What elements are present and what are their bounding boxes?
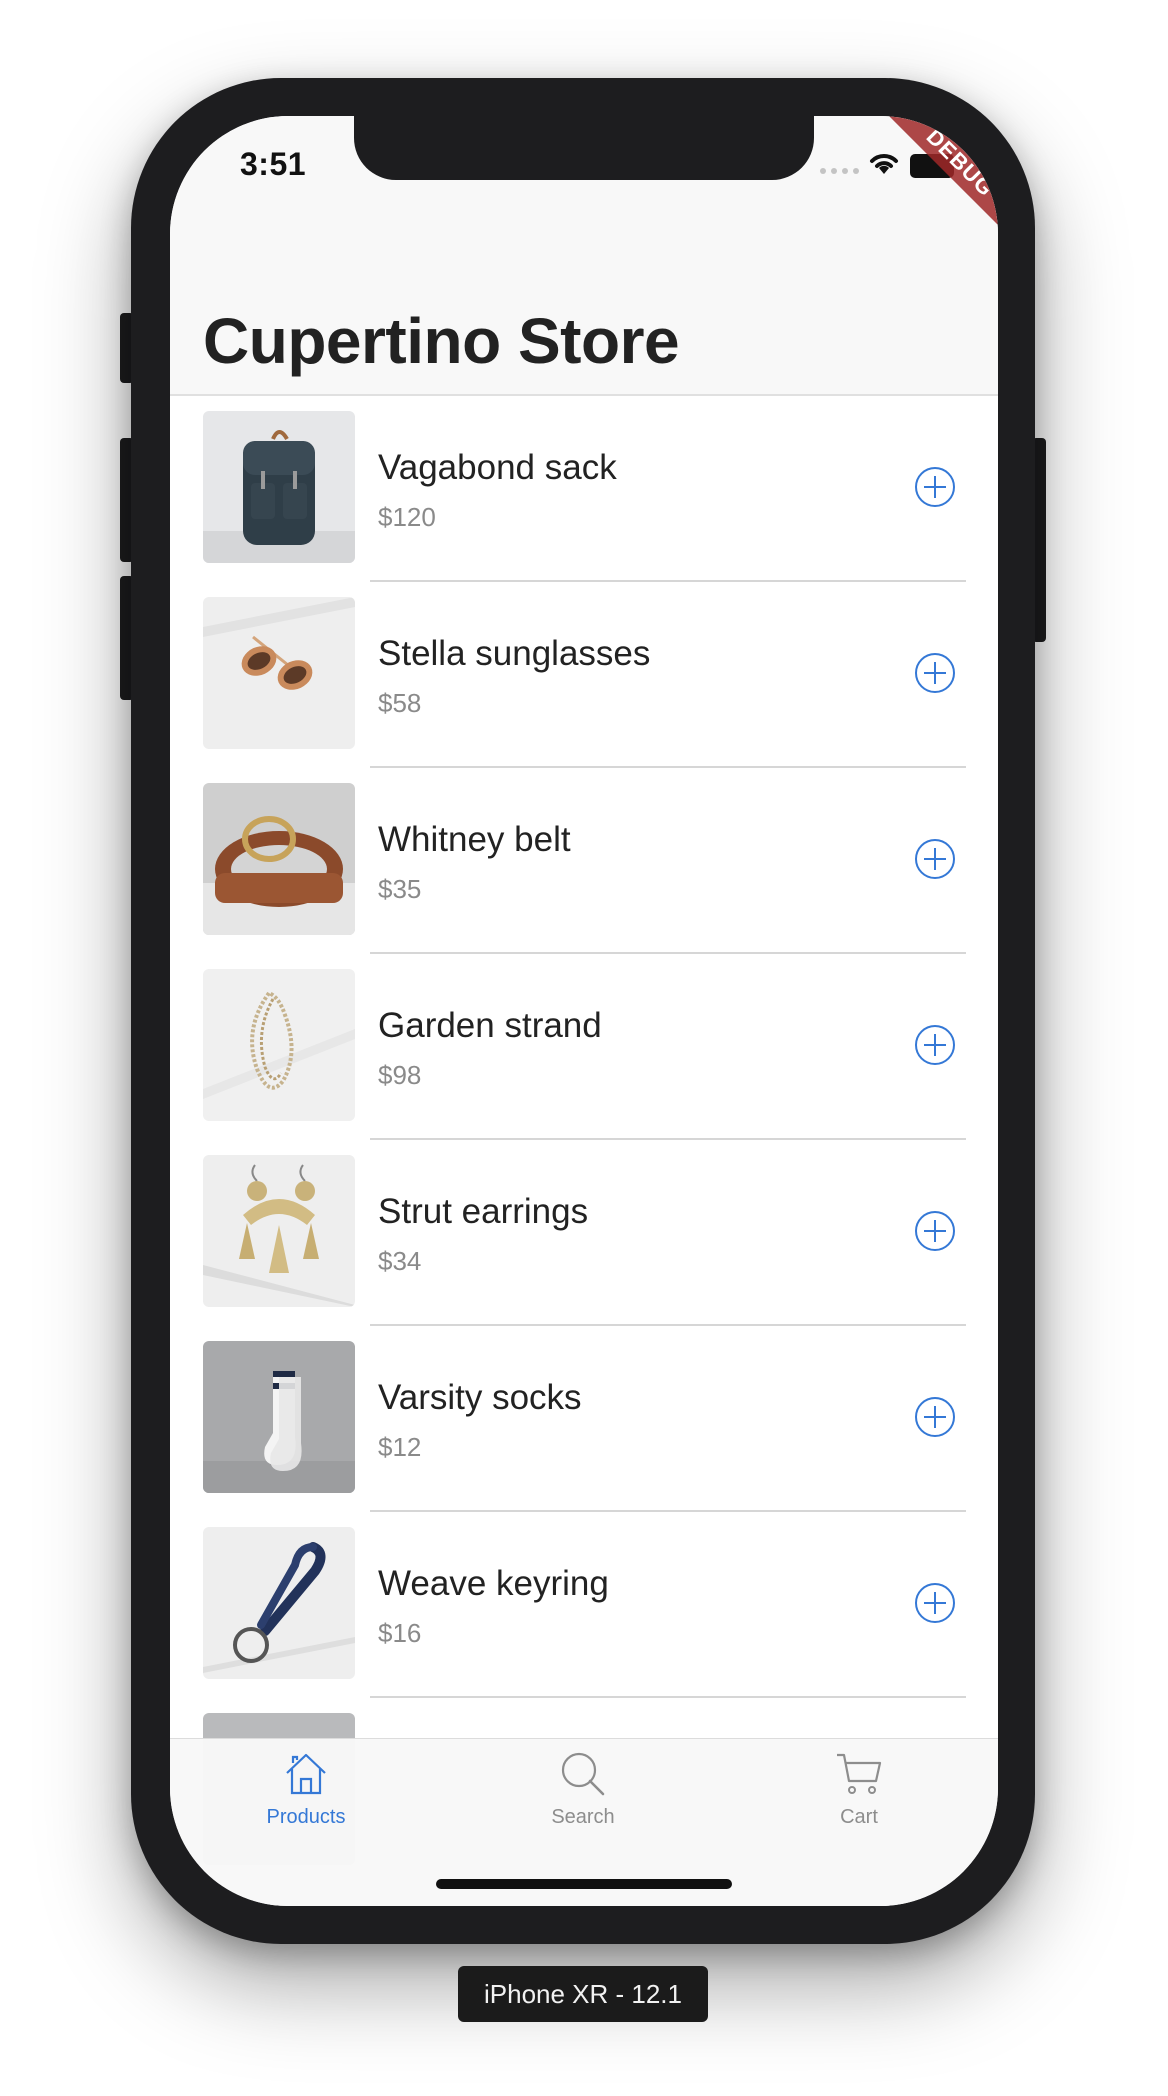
add-to-cart-button[interactable] xyxy=(914,1396,956,1438)
product-price: $34 xyxy=(378,1246,422,1276)
add-to-cart-button[interactable] xyxy=(914,1210,956,1252)
home-icon xyxy=(286,1753,326,1795)
necklace-image xyxy=(203,969,355,1121)
page-title: Cupertino Store xyxy=(203,305,680,377)
add-to-cart-button[interactable] xyxy=(914,652,956,694)
product-row[interactable]: Stella sunglasses $58 xyxy=(170,582,998,768)
earrings-image xyxy=(203,1155,355,1307)
tab-label: Cart xyxy=(840,1806,878,1828)
add-to-cart-button[interactable] xyxy=(914,466,956,508)
product-price: $16 xyxy=(378,1618,422,1648)
device-label: iPhone XR - 12.1 xyxy=(458,1966,708,2022)
product-name: Strut earrings xyxy=(378,1192,589,1231)
belt-image xyxy=(203,783,355,935)
cart-icon xyxy=(837,1753,882,1794)
tab-search[interactable]: Search xyxy=(483,1749,683,1829)
backpack-image xyxy=(203,411,355,563)
cellular-signal-icon xyxy=(820,168,859,174)
socks-image xyxy=(203,1341,355,1493)
tab-products[interactable]: Products xyxy=(206,1749,406,1829)
home-indicator xyxy=(436,1879,732,1889)
product-price: $120 xyxy=(378,502,436,532)
product-price: $12 xyxy=(378,1432,422,1462)
product-row[interactable]: Weave keyring $16 xyxy=(170,1512,998,1698)
product-price: $98 xyxy=(378,1060,422,1090)
device-screen: 3:51 DEBUG Cupertino Store Vagabond sack… xyxy=(170,116,998,1906)
product-name: Weave keyring xyxy=(378,1564,609,1603)
product-name: Stella sunglasses xyxy=(378,634,651,673)
search-icon xyxy=(561,1752,605,1796)
add-to-cart-button[interactable] xyxy=(914,1582,956,1624)
product-row[interactable]: Varsity socks $12 xyxy=(170,1326,998,1512)
product-row[interactable]: Whitney belt $35 xyxy=(170,768,998,954)
tab-label: Products xyxy=(266,1806,346,1828)
keyring-image xyxy=(203,1527,355,1679)
sunglasses-image xyxy=(203,597,355,749)
product-name: Vagabond sack xyxy=(378,448,617,487)
add-to-cart-button[interactable] xyxy=(914,838,956,880)
notch xyxy=(354,116,814,180)
product-name: Garden strand xyxy=(378,1006,602,1045)
product-price: $35 xyxy=(378,874,422,904)
product-list: Vagabond sack $120 Stella sunglasses $58 xyxy=(170,396,998,1884)
status-time: 3:51 xyxy=(240,146,307,182)
product-price: $58 xyxy=(378,688,422,718)
add-to-cart-button[interactable] xyxy=(914,1024,956,1066)
product-row[interactable]: Vagabond sack $120 xyxy=(170,396,998,582)
product-row[interactable]: Strut earrings $34 xyxy=(170,1140,998,1326)
navigation-bar: Cupertino Store xyxy=(170,206,998,396)
tab-label: Search xyxy=(551,1806,615,1828)
product-name: Varsity socks xyxy=(378,1378,582,1417)
product-name: Whitney belt xyxy=(378,820,571,859)
wifi-icon xyxy=(870,154,898,174)
product-row[interactable]: Garden strand $98 xyxy=(170,954,998,1140)
tab-cart[interactable]: Cart xyxy=(759,1749,959,1829)
